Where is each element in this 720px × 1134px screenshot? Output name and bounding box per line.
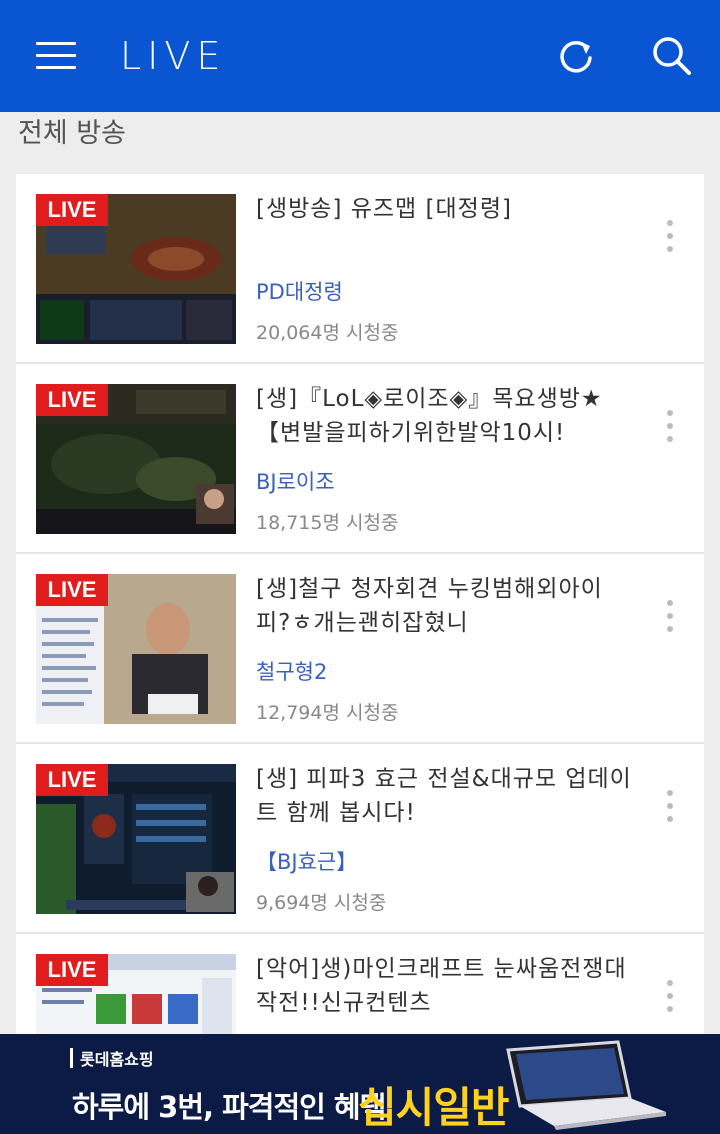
broadcast-item[interactable]: LIVE [생]『LoL◈로이조◈』목요생방★【변발을피하기위한발악10시! B… [16,364,704,554]
channel-name[interactable]: 철구형2 [256,656,327,686]
broadcast-item[interactable]: LIVE [생방송] 유즈맵 [대정령] PD대정령 20,064명 시청중 [16,174,704,364]
more-options-icon[interactable] [660,596,680,636]
ad-brand: 롯데홈쇼핑 [80,1050,154,1069]
broadcast-item[interactable]: LIVE [생]철구 청자회견 누킹범해외아이피?ㅎ개는괜히잡혔니 철구형2 1… [16,554,704,744]
broadcast-title: [생]『LoL◈로이조◈』목요생방★【변발을피하기위한발악10시! [256,386,603,446]
broadcast-title: [생방송] 유즈맵 [대정령] [256,196,512,222]
broadcast-thumbnail: LIVE [36,574,236,724]
page-title: LIVE [120,34,227,78]
hamburger-menu-icon[interactable] [36,42,76,70]
viewer-count: 12,794명 시청중 [256,702,399,724]
more-options-icon[interactable] [660,216,680,256]
live-badge: LIVE [36,764,108,796]
viewer-count: 9,694명 시청중 [256,892,387,914]
live-badge: LIVE [36,954,108,986]
laptop-image [498,1040,668,1132]
live-badge: LIVE [36,194,108,226]
channel-name[interactable]: 【BJ효근】 [256,846,357,876]
broadcast-thumbnail: LIVE [36,954,236,1034]
more-options-icon[interactable] [660,406,680,446]
ad-banner[interactable]: 롯데홈쇼핑 하루에 3번, 파격적인 혜택 십시일반 [0,1034,720,1134]
viewer-count: 20,064명 시청중 [256,322,399,344]
broadcast-thumbnail: LIVE [36,764,236,914]
broadcast-thumbnail: LIVE [36,194,236,344]
broadcast-title: [생]철구 청자회견 누킹범해외아이피?ㅎ개는괜히잡혔니 [256,576,603,636]
channel-name[interactable]: BJ로이조 [256,466,335,496]
broadcast-list: LIVE [생방송] 유즈맵 [대정령] PD대정령 20,064명 시청중 L… [16,174,704,1034]
live-badge: LIVE [36,574,108,606]
broadcast-title: [생] 피파3 효근 전설&대규모 업데이트 함께 봅시다! [256,766,632,826]
channel-name[interactable]: PD대정령 [256,276,343,306]
refresh-icon[interactable] [554,34,598,78]
broadcast-title: [악어]생)마인크래프트 눈싸움전쟁대작전!!신규컨텐츠 [256,956,627,1016]
broadcast-item[interactable]: LIVE [생] 피파3 효근 전설&대규모 업데이트 함께 봅시다! 【BJ효… [16,744,704,934]
broadcast-thumbnail: LIVE [36,384,236,534]
viewer-count: 18,715명 시청중 [256,512,399,534]
ad-highlight: 십시일반 [358,1083,510,1132]
ad-divider [70,1048,73,1068]
broadcast-item[interactable]: LIVE [악어]생)마인크래프트 눈싸움전쟁대작전!!신규컨텐츠 [16,934,704,1034]
section-title: 전체 방송 [18,118,126,149]
ad-text: 하루에 3번, 파격적인 혜택 [72,1090,386,1124]
more-options-icon[interactable] [660,786,680,826]
live-badge: LIVE [36,384,108,416]
search-icon[interactable] [650,34,694,78]
app-bar: LIVE [0,0,720,112]
more-options-icon[interactable] [660,976,680,1016]
